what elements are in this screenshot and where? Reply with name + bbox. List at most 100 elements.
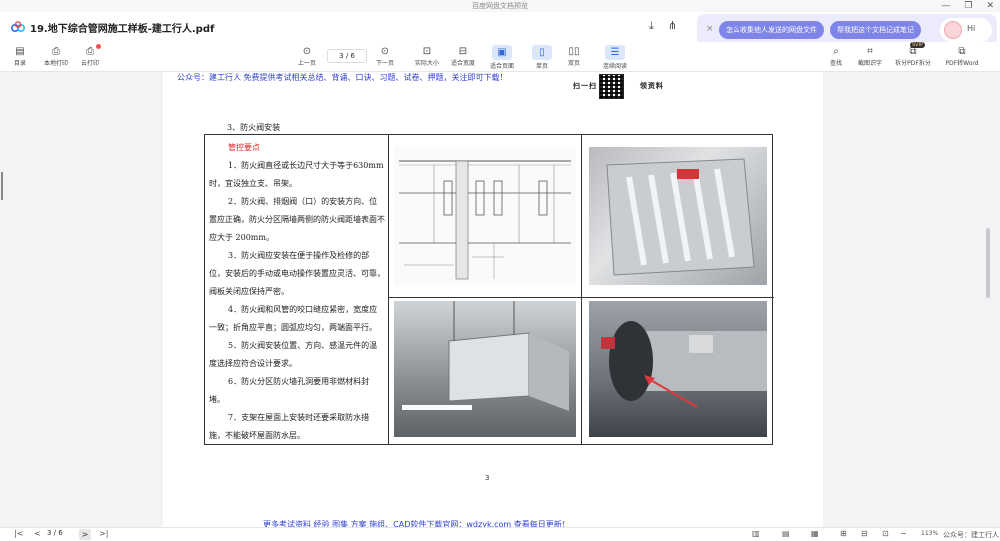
document-title: 19.地下综合管网施工样板-建工行人.pdf [30,24,215,35]
chevron-down-icon: ⊙ [380,45,390,57]
baidu-netdisk-logo-icon [11,21,25,32]
double-page-label: 双页 [567,60,580,67]
next-page-icon[interactable]: > [79,529,91,540]
window-title: 百度网盘文档预览 [472,2,528,10]
cloud-print-label: 云打印 [80,60,99,67]
last-page-icon[interactable]: >| [99,529,108,538]
download-icon[interactable]: ⤓ [649,19,654,33]
zoom-level: 113% [921,530,939,537]
toc-label: 目录 [13,60,26,67]
share-icon[interactable]: ⋔ [668,19,677,33]
section-title: 3、防火阀安装 [227,123,281,132]
status-page-indicator[interactable]: 3 / 6 [47,529,63,537]
pdf-to-word-label: PDF转Word [945,60,979,67]
qr-caption-right: 领资料 [639,81,664,90]
key-point-item: 7．支架在屋面上安装时还要采取防水措施，不能破坏屋面防水层。 [209,413,370,440]
fire-damper-photo [589,147,767,285]
qr-code-image [599,74,624,99]
page-number-input[interactable]: 3 / 6 [327,49,367,63]
vertical-scrollbar-thumb[interactable] [986,228,990,298]
sidebar-handle[interactable] [1,172,3,200]
fit-page-icon: ▣ [492,45,512,60]
view-mode-icon[interactable]: ▤ [782,529,790,538]
continuous-read-label: 连续阅读 [602,63,627,70]
split-pdf-label: 拆分PDF拆分 [895,60,931,67]
zoom-page-icon[interactable]: ⊡ [882,529,889,538]
cloud-print-button[interactable]: ⎙ 云打印 [70,45,110,68]
single-page-icon: ▯ [532,45,552,60]
fit-width-label: 适合宽度 [450,60,475,67]
fit-page-button[interactable]: ▣ 适合页面 [482,45,522,70]
double-page-icon: ▯▯ [568,45,580,57]
svip-badge: SVIP [910,42,926,48]
notification-dot [96,44,101,49]
continuous-read-button[interactable]: ☰ 连续阅读 [595,45,635,70]
continuous-read-icon: ☰ [605,45,625,60]
toc-button[interactable]: ▤ 目录 [0,45,40,68]
round-duct-damper-photo [589,301,767,437]
actual-size-icon: ⊡ [422,45,432,57]
next-page-button[interactable]: ⊙ 下一页 [365,45,405,68]
printer-icon: ⎙ [52,45,60,57]
ai-bar-close-icon[interactable]: × [706,24,714,34]
prev-page-button[interactable]: ⊙ 上一页 [287,45,327,68]
prev-page-icon[interactable]: < [34,529,41,538]
first-page-icon[interactable]: |< [14,529,23,538]
search-icon: ⌕ [833,45,839,57]
zoom-out-icon[interactable]: − [900,529,907,538]
pdf-to-word-icon: ⧉ [958,45,966,57]
close-window-button[interactable]: ✕ [986,0,994,12]
cloud-printer-icon: ⎙ [86,45,94,57]
assistant-hi-label: Hi [967,24,976,33]
content-table: 管控要点 1．防火阀直径或长边尺寸大于等于630mm时，宜设独立支、吊架。 2．… [204,134,774,445]
next-page-label: 下一页 [375,60,394,67]
view-mode-icon[interactable]: ▦ [811,529,819,538]
document-tab-bar: 19.地下综合管网施工样板-建工行人.pdf ⤓ ⋔ × 怎么收集他人发送的网盘… [0,12,1000,48]
double-page-button[interactable]: ▯▯ 双页 [554,45,594,68]
window-title-bar: 百度网盘文档预览 — ❐ ✕ [0,0,1000,12]
ocr-label: 截图识字 [857,60,882,67]
view-mode-icon[interactable]: ▥ [752,529,760,538]
qr-caption-left: 扫一扫 [573,81,597,90]
crop-icon: ⌗ [867,45,873,57]
page-header-promo: 公众号：建工行人 免费提供考试相关总结、背诵、口诀、习题、试卷、押题，关注即可下… [177,73,508,82]
key-point-item: 4．防火阀和风管的咬口缝应紧密，宽度应一致；折角应平直；圆弧应均匀，两端面平行。 [209,305,378,332]
pdf-viewer-app: 百度网盘文档预览 — ❐ ✕ 19.地下综合管网施工样板-建工行人.pdf ⤓ … [0,0,1000,541]
ai-assistant-button[interactable]: Hi [940,18,992,42]
fire-damper-diagram-image [394,147,576,285]
page-number: 3 [485,474,490,482]
watermark-text: 公众号：建工行人 [943,531,999,539]
key-points-cell: 管控要点 1．防火阀直径或长边尺寸大于等于630mm时，宜设独立支、吊架。 2．… [209,139,385,445]
actual-size-button[interactable]: ⊡ 实际大小 [407,45,447,68]
fit-width-icon: ⊟ [458,45,468,57]
key-points-heading: 管控要点 [228,143,260,152]
prev-page-label: 上一页 [297,60,316,67]
table-divider [388,297,774,298]
local-print-label: 本地打印 [43,60,68,67]
ai-suggestion-pill-2[interactable]: 帮我把这个文档记成笔记 [830,21,921,39]
pdf-page: 公众号：建工行人 免费提供考试相关总结、背诵、口诀、习题、试卷、押题，关注即可下… [163,72,823,529]
key-point-item: 1．防火阀直径或长边尺寸大于等于630mm时，宜设独立支、吊架。 [209,161,384,188]
assistant-avatar-icon [944,21,962,39]
restore-button[interactable]: ❐ [964,0,972,12]
minimize-button[interactable]: — [941,0,950,12]
ocr-button[interactable]: ⌗ 截图识字 [850,45,890,68]
duct-installation-photo [394,301,576,437]
table-divider [581,135,582,444]
status-bar: |< < 3 / 6 > >| ▥ ▤ ▦ ⊞ ⊟ ⊡ − 113% 公众号：建… [0,527,1000,541]
zoom-fit-icon[interactable]: ⊞ [840,529,847,538]
ai-suggestion-pill-1[interactable]: 怎么收集他人发送的网盘文件 [719,21,824,39]
actual-size-label: 实际大小 [414,60,439,67]
toc-icon: ▤ [15,45,25,57]
pdf-to-word-button[interactable]: ⧉ PDF转Word [942,45,982,68]
key-point-item: 5．防火阀安装位置、方向、感温元件的温度选择应符合设计要求。 [209,341,378,368]
key-point-item: 3．防火阀应安装在便于操作及检修的部位，安装后的手动或电动操作装置应灵活、可靠，… [209,251,385,296]
viewer-toolbar: ▤ 目录 ⎙ 本地打印 ⎙ 云打印 ⊙ 上一页 3 / 6 ⊙ 下一页 ⊡ 实际… [0,42,1000,72]
left-gutter [0,72,163,527]
fit-width-button[interactable]: ⊟ 适合宽度 [443,45,483,68]
split-pdf-button[interactable]: ⧉ 拆分PDF拆分 [893,45,933,68]
search-label: 查找 [829,60,842,67]
zoom-width-icon[interactable]: ⊟ [861,529,868,538]
single-page-label: 单页 [535,63,548,70]
fit-page-label: 适合页面 [489,63,514,70]
